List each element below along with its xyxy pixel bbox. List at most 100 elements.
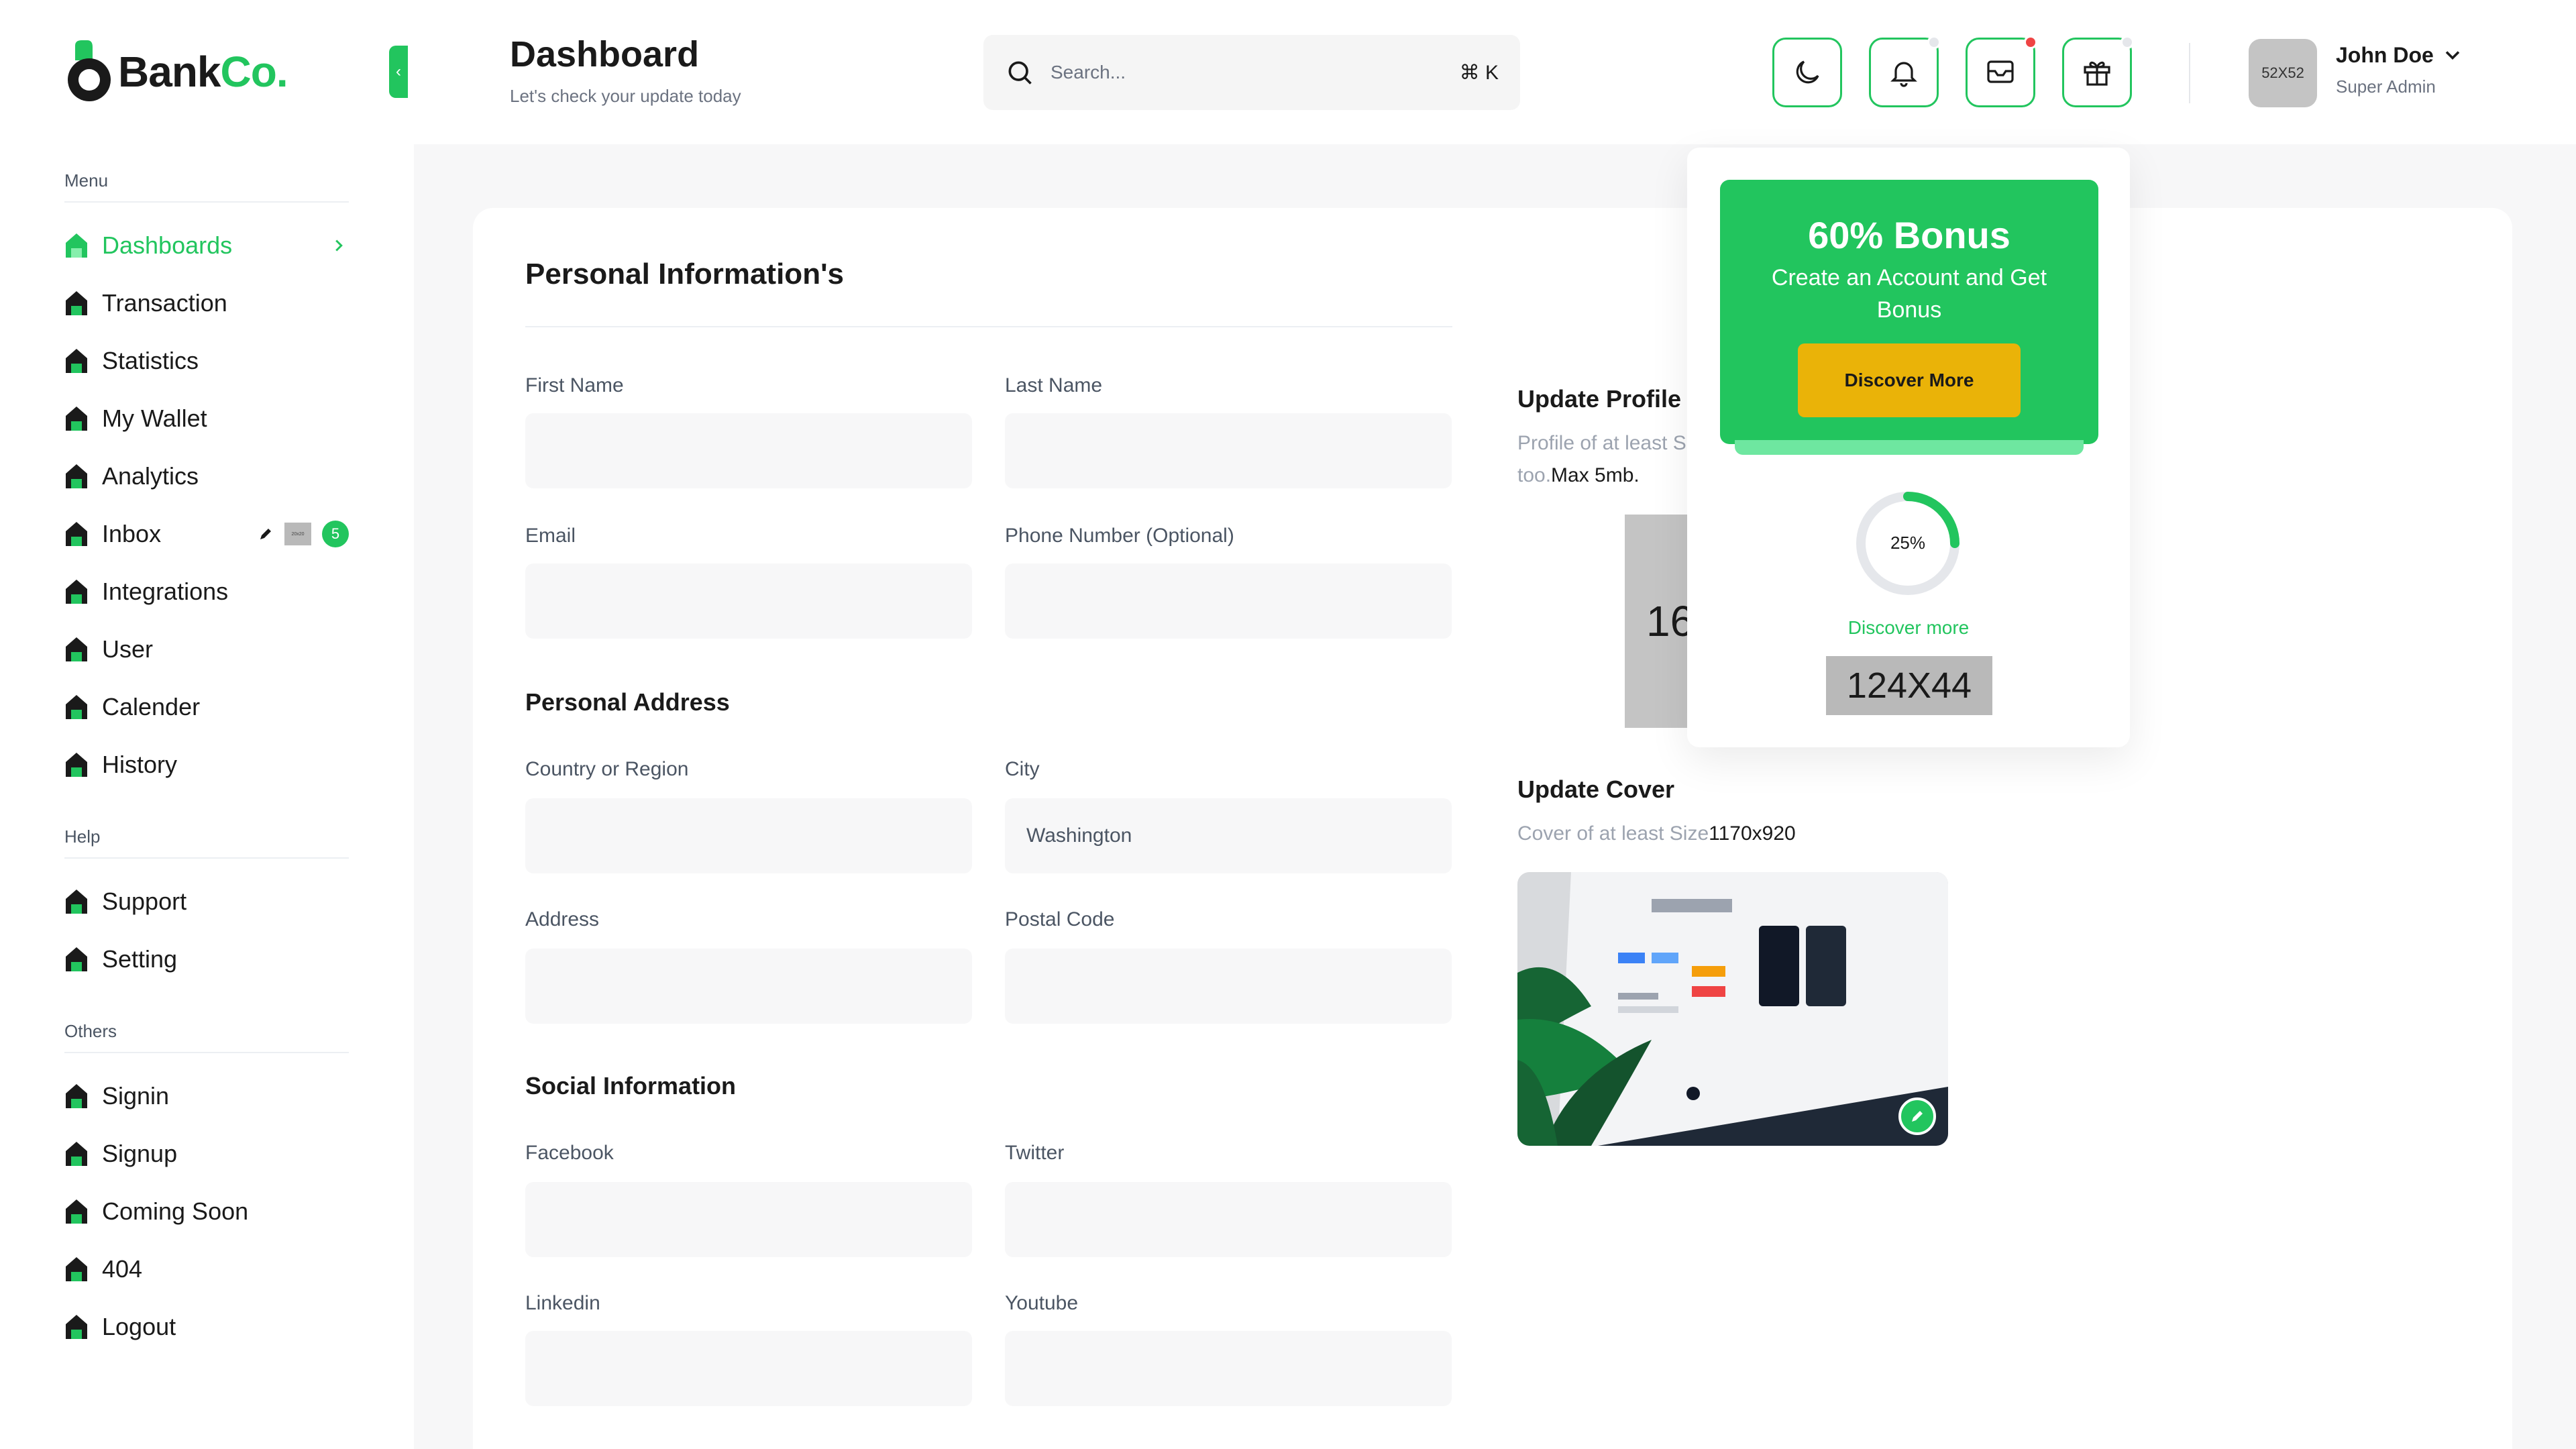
section-divider <box>64 857 349 859</box>
sidebar-item-calender[interactable]: Calender <box>64 687 349 727</box>
sidebar-item-support[interactable]: Support <box>64 881 349 922</box>
bell-icon <box>1890 62 1917 87</box>
home-icon <box>66 637 87 661</box>
section-title-social: Social Information <box>525 1072 737 1099</box>
gift-dot <box>2121 36 2134 49</box>
section-title-personal-info: Personal Information's <box>525 258 844 290</box>
header-divider <box>2189 43 2190 103</box>
sidebar-item-404[interactable]: 404 <box>64 1249 349 1289</box>
update-cover-hint: Cover of at least Size1170x920 <box>1517 822 1796 845</box>
edit-cover-button[interactable] <box>1898 1097 1936 1135</box>
linkedin-field[interactable] <box>525 1331 972 1406</box>
sidebar-item-label: My Wallet <box>102 405 207 432</box>
email-field[interactable] <box>525 564 972 639</box>
home-icon <box>66 580 87 604</box>
moon-icon <box>1796 60 1819 84</box>
address-field[interactable] <box>525 949 972 1024</box>
inbox-count-badge: 5 <box>322 521 349 547</box>
home-icon <box>66 1142 87 1166</box>
home-icon <box>66 890 87 914</box>
user-name[interactable]: John Doe <box>2336 43 2434 68</box>
gift-button[interactable] <box>2062 36 2134 107</box>
theme-toggle-button[interactable] <box>1772 38 1842 107</box>
message-dot <box>2024 36 2037 49</box>
avatar[interactable]: 52X52 <box>2249 39 2317 107</box>
twitter-label: Twitter <box>1005 1142 1065 1164</box>
country-field[interactable] <box>525 798 972 873</box>
first-name-label: First Name <box>525 374 624 396</box>
youtube-field[interactable] <box>1005 1331 1452 1406</box>
brand-logo[interactable]: BankCo. <box>66 40 288 103</box>
section-title-address: Personal Address <box>525 688 730 716</box>
sidebar-item-signin[interactable]: Signin <box>64 1076 349 1116</box>
page-title: Dashboard <box>510 34 700 74</box>
update-profile-hint-2: too.Max 5mb. <box>1517 464 1640 486</box>
city-label: City <box>1005 758 1040 780</box>
section-divider <box>525 326 1452 327</box>
twitter-field[interactable] <box>1005 1182 1452 1257</box>
sidebar-item-transaction[interactable]: Transaction <box>64 283 349 323</box>
sidebar-item-analytics[interactable]: Analytics <box>64 456 349 496</box>
progress-label: 25% <box>1890 533 1926 553</box>
sidebar-item-coming-soon[interactable]: Coming Soon <box>64 1191 349 1232</box>
first-name-field[interactable] <box>525 413 972 488</box>
sidebar-item-logout[interactable]: Logout <box>64 1307 349 1347</box>
facebook-label: Facebook <box>525 1142 614 1164</box>
sidebar-item-statistics[interactable]: Statistics <box>64 341 349 381</box>
section-divider <box>64 1052 349 1053</box>
home-icon <box>66 291 87 315</box>
sidebar-item-setting[interactable]: Setting <box>64 939 349 979</box>
home-icon <box>66 233 87 258</box>
top-header: BankCo. ‹ Dashboard Let's check your upd… <box>0 0 2576 144</box>
bonus-title: 60% Bonus <box>1808 214 2010 256</box>
notifications-button[interactable] <box>1869 36 1941 107</box>
facebook-field[interactable] <box>525 1182 972 1257</box>
search-bar[interactable]: Search... ⌘ K <box>983 35 1520 110</box>
brand-name: BankCo. <box>118 48 288 96</box>
search-shortcut: ⌘ K <box>1459 61 1499 84</box>
sidebar-item-my-wallet[interactable]: My Wallet <box>64 398 349 439</box>
sidebar-item-label: Calender <box>102 693 201 720</box>
postal-code-label: Postal Code <box>1005 908 1115 930</box>
last-name-field[interactable] <box>1005 413 1452 488</box>
chevron-left-icon: ‹ <box>396 62 401 80</box>
sidebar-item-label: Dashboards <box>102 231 233 259</box>
home-icon <box>66 1315 87 1339</box>
notification-dot <box>1927 36 1941 49</box>
discover-more-button[interactable]: Discover More <box>1798 343 2021 417</box>
cover-image[interactable] <box>1517 872 1948 1146</box>
sidebar-item-integrations[interactable]: Integrations <box>64 572 349 612</box>
country-label: Country or Region <box>525 758 689 780</box>
discover-more-link[interactable]: Discover more <box>1687 617 2130 639</box>
section-divider <box>64 201 349 203</box>
sidebar-item-history[interactable]: History <box>64 745 349 785</box>
sidebar-item-label: Support <box>102 888 187 915</box>
city-field[interactable]: Washington <box>1005 798 1452 873</box>
sidebar-item-label: Analytics <box>102 462 199 490</box>
update-profile-title: Update Profile <box>1517 385 1682 413</box>
phone-field[interactable] <box>1005 564 1452 639</box>
sidebar-item-inbox[interactable]: Inbox 20x20 5 <box>64 514 349 554</box>
search-input[interactable]: Search... <box>1051 62 1460 83</box>
sidebar-item-label: Integrations <box>102 578 229 605</box>
sidebar-item-signup[interactable]: Signup <box>64 1134 349 1174</box>
postal-code-field[interactable] <box>1005 949 1452 1024</box>
email-label: Email <box>525 525 576 547</box>
popup-image-placeholder: 124X44 <box>1826 656 1992 715</box>
sidebar-item-user[interactable]: User <box>64 629 349 669</box>
inbox-thumbnail: 20x20 <box>284 523 311 545</box>
home-icon <box>66 753 87 777</box>
sidebar-item-label: Signup <box>102 1140 178 1167</box>
sidebar-item-label: Logout <box>102 1313 176 1340</box>
bonus-banner-shadow <box>1735 440 2084 455</box>
sidebar-item-label: Signin <box>102 1082 170 1110</box>
sidebar-item-dashboards[interactable]: Dashboards <box>64 225 349 266</box>
sidebar-item-label: Transaction <box>102 289 227 317</box>
home-icon <box>66 464 87 488</box>
sidebar-collapse-button[interactable]: ‹ <box>389 46 408 98</box>
chevron-down-icon[interactable] <box>2440 43 2465 67</box>
messages-button[interactable] <box>1966 36 2037 107</box>
phone-label: Phone Number (Optional) <box>1005 525 1234 547</box>
section-label-others: Others <box>64 1021 117 1041</box>
section-label-help: Help <box>64 826 101 847</box>
